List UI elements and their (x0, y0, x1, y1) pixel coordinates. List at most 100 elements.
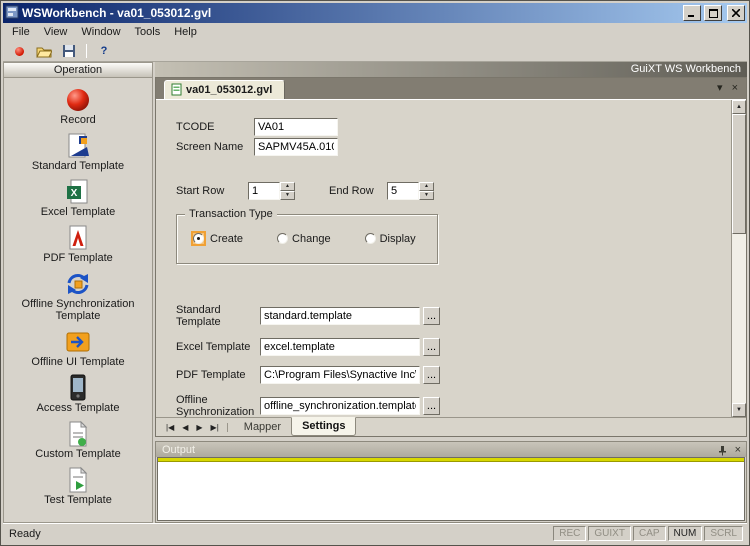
tcode-row: TCODE (176, 118, 731, 136)
record-sphere-icon (65, 86, 91, 114)
sidebar-item-pdf-template[interactable]: PDF Template (7, 224, 149, 264)
sidebar-item-label: Offline Synchronization Template (7, 298, 149, 322)
sidebar-item-access-template[interactable]: Access Template (7, 374, 149, 414)
radio-change-label: Change (292, 233, 331, 245)
end-row-input[interactable] (387, 182, 419, 200)
sidebar-item-custom-template[interactable]: Custom Template (7, 420, 149, 460)
sidebar-item-label: Standard Template (32, 160, 124, 172)
start-row-stepper: ▲ ▼ (248, 182, 295, 200)
toolbar-separator (86, 44, 87, 58)
nav-first-button[interactable]: |◀ (166, 423, 174, 432)
open-button[interactable] (34, 42, 54, 60)
spin-down-button[interactable]: ▼ (419, 191, 434, 200)
offline-sync-input[interactable] (260, 397, 420, 415)
rows-row: Start Row ▲ ▼ End Row (176, 182, 731, 200)
screen-name-input[interactable] (254, 138, 338, 156)
spin-down-button[interactable]: ▼ (280, 191, 295, 200)
nav-next-button[interactable]: ▶ (196, 423, 202, 432)
radio-create[interactable]: Create (191, 231, 243, 246)
start-row-spin-buttons: ▲ ▼ (280, 182, 295, 200)
save-icon (62, 44, 76, 58)
tab-close-button[interactable]: × (732, 82, 738, 94)
spin-up-button[interactable]: ▲ (419, 182, 434, 191)
tab-mapper[interactable]: Mapper (234, 419, 291, 436)
open-folder-icon (36, 45, 52, 58)
radio-display[interactable]: Display (365, 233, 416, 245)
sidebar-item-label: Custom Template (35, 448, 120, 460)
settings-form-area: TCODE Screen Name Start Row (156, 99, 746, 417)
excel-template-browse-button[interactable]: ... (423, 338, 440, 356)
excel-template-row: Excel Template ... (176, 338, 731, 356)
menu-tools[interactable]: Tools (128, 24, 168, 40)
focus-highlight (191, 231, 206, 246)
save-button[interactable] (59, 42, 79, 60)
radio-unselected-icon (277, 233, 288, 244)
menu-view[interactable]: View (37, 24, 75, 40)
start-row-input[interactable] (248, 182, 280, 200)
settings-form: TCODE Screen Name Start Row (156, 100, 731, 417)
end-row-label: End Row (329, 185, 387, 197)
scroll-up-button[interactable]: ▲ (732, 100, 746, 114)
tab-menu-button[interactable]: ▾ (717, 81, 723, 94)
scrollbar-track[interactable] (732, 114, 746, 403)
status-indicator-guixt: GUIXT (588, 526, 631, 541)
excel-template-label: Excel Template (176, 341, 260, 353)
radio-unselected-icon (365, 233, 376, 244)
svg-text:X: X (71, 188, 78, 199)
nav-last-button[interactable]: ▶| (211, 423, 219, 432)
close-button[interactable] (727, 5, 745, 21)
menu-file[interactable]: File (5, 24, 37, 40)
titlebar: WSWorkbench - va01_053012.gvl (3, 3, 747, 23)
sidebar-item-offline-ui-template[interactable]: Offline UI Template (7, 328, 149, 368)
start-row-label: Start Row (176, 185, 248, 197)
document-tab[interactable]: va01_053012.gvl (164, 80, 285, 99)
pin-button[interactable] (718, 445, 727, 456)
maximize-button[interactable] (704, 5, 722, 21)
help-button[interactable]: ? (94, 42, 114, 60)
vertical-scrollbar[interactable]: ▲ ▼ (731, 100, 746, 417)
transaction-type-legend: Transaction Type (185, 208, 277, 220)
sidebar-item-offline-sync-template[interactable]: Offline Synchronization Template (7, 270, 149, 322)
tabstrip-controls: ▾ × (717, 81, 740, 99)
scrollbar-thumb[interactable] (732, 114, 746, 234)
output-panel: Output × (155, 441, 747, 523)
nav-prev-button[interactable]: ◀ (182, 423, 188, 432)
output-close-button[interactable]: × (735, 444, 741, 456)
scroll-down-icon: ▼ (736, 407, 742, 413)
screen-name-label: Screen Name (176, 141, 254, 153)
sidebar-item-standard-template[interactable]: Standard Template (7, 132, 149, 172)
menu-help[interactable]: Help (167, 24, 204, 40)
minimize-button[interactable] (683, 5, 701, 21)
document-tabstrip: va01_053012.gvl ▾ × (156, 78, 746, 99)
standard-template-input[interactable] (260, 307, 420, 325)
close-icon: × (735, 444, 741, 456)
standard-template-browse-button[interactable]: ... (423, 307, 440, 325)
sidebar-item-label: Excel Template (41, 206, 115, 218)
document-area: va01_053012.gvl ▾ × TCODE Scr (155, 77, 747, 437)
pdf-template-browse-button[interactable]: ... (423, 366, 440, 384)
pdf-icon (65, 224, 91, 252)
toolbar: ? (3, 41, 747, 62)
transaction-type-groupbox: Transaction Type Create Change (176, 214, 438, 264)
tcode-input[interactable] (254, 118, 338, 136)
sidebar-item-label: Offline UI Template (31, 356, 124, 368)
sidebar-item-test-template[interactable]: Test Template (7, 466, 149, 506)
radio-change[interactable]: Change (277, 233, 331, 245)
output-title: Output (162, 444, 710, 456)
document-tab-label: va01_053012.gvl (186, 84, 272, 96)
pdf-template-input[interactable] (260, 366, 420, 384)
spin-up-button[interactable]: ▲ (280, 182, 295, 191)
sidebar-item-record[interactable]: Record (7, 86, 149, 126)
record-button[interactable] (9, 42, 29, 60)
record-icon (15, 47, 24, 56)
sidebar-body: Record Standard Template X Excel Templat… (3, 78, 153, 523)
excel-template-input[interactable] (260, 338, 420, 356)
scroll-down-button[interactable]: ▼ (732, 403, 746, 417)
offline-sync-browse-button[interactable]: ... (423, 397, 440, 415)
maximize-icon (709, 9, 718, 18)
spin-down-icon: ▼ (424, 193, 429, 198)
tab-settings[interactable]: Settings (291, 417, 356, 436)
sidebar-item-excel-template[interactable]: X Excel Template (7, 178, 149, 218)
spin-down-icon: ▼ (285, 193, 290, 198)
menu-window[interactable]: Window (74, 24, 127, 40)
